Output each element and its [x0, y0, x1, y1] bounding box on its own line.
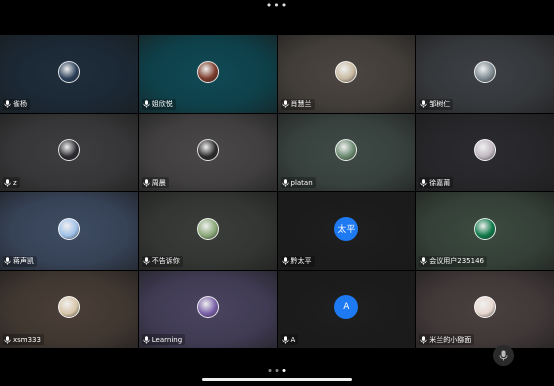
avatar [196, 296, 219, 319]
page-dot[interactable] [268, 369, 272, 372]
page-dot[interactable] [275, 369, 279, 372]
participant-name-label: 姐欣悦 [141, 98, 176, 110]
microphone-icon [143, 257, 150, 265]
participant-tile[interactable]: 徐嘉莆 [416, 113, 554, 191]
participant-name: 邹树仁 [429, 100, 451, 108]
participant-grid: 雀杨 姐欣悦 肖慧兰 邹树仁 z 周晨 platan 徐嘉莆 蒋声凯 不告诉你 太平 黔太平 会议用户2… [0, 35, 554, 348]
participant-tile[interactable]: 米兰的小猕面 [416, 270, 554, 348]
avatar [474, 296, 497, 319]
participant-name: 不告诉你 [151, 257, 180, 265]
more-options-icon[interactable]: ••• [266, 0, 288, 11]
microphone-icon [281, 335, 289, 344]
page-dot[interactable] [282, 369, 286, 372]
avatar [474, 139, 497, 162]
avatar [196, 217, 219, 240]
participant-name: 会议用户235146 [429, 257, 484, 265]
microphone-icon [143, 178, 150, 187]
microphone-icon [4, 178, 11, 187]
participant-tile[interactable]: 肖慧兰 [277, 35, 416, 113]
participant-name: 雀杨 [13, 100, 27, 108]
participant-name: 肖慧兰 [290, 100, 312, 108]
microphone-icon [499, 350, 508, 361]
participant-name-label: platan [280, 177, 316, 188]
participant-name-label: Learning [141, 334, 186, 345]
microphone-icon [143, 100, 150, 108]
microphone-icon [420, 335, 427, 344]
participant-tile[interactable]: 太平黔太平 [277, 192, 416, 270]
avatar [335, 139, 358, 162]
participant-name-label: A [280, 334, 299, 345]
participant-tile[interactable]: AA [277, 270, 416, 348]
avatar [196, 60, 219, 83]
participant-name-label: xsm333 [3, 334, 44, 345]
participant-name: 周晨 [151, 178, 166, 187]
microphone-icon [4, 100, 11, 108]
participant-name: platan [290, 178, 313, 187]
participant-name: z [13, 178, 17, 187]
participant-name-label: 蒋声凯 [3, 255, 37, 267]
avatar [57, 217, 80, 240]
microphone-icon [420, 100, 427, 108]
participant-name-label: 会议用户235146 [419, 255, 487, 267]
home-indicator[interactable] [202, 378, 352, 381]
participant-name-label: 不告诉你 [141, 255, 183, 267]
microphone-icon [281, 178, 289, 187]
participant-name-label: 肖慧兰 [280, 98, 315, 110]
participant-name-label: 周晨 [141, 177, 169, 188]
participant-name-label: 米兰的小猕面 [419, 334, 475, 345]
avatar [57, 139, 80, 162]
self-microphone-button[interactable] [493, 345, 514, 366]
participant-tile[interactable]: 雀杨 [0, 35, 138, 113]
participant-name: A [290, 335, 296, 344]
participant-name: 米兰的小猕面 [429, 335, 472, 344]
microphone-icon [281, 100, 289, 108]
avatar: A [334, 295, 359, 320]
microphone-icon [420, 178, 427, 187]
avatar: 太平 [334, 216, 359, 241]
participant-tile[interactable]: 蒋声凯 [0, 192, 138, 270]
microphone-icon [4, 257, 11, 265]
participant-tile[interactable]: 会议用户235146 [416, 192, 554, 270]
participant-tile[interactable]: platan [277, 113, 416, 191]
avatar [474, 60, 497, 83]
microphone-icon [281, 257, 289, 265]
participant-name-label: 徐嘉莆 [419, 177, 454, 188]
participant-tile[interactable]: xsm333 [0, 270, 138, 348]
participant-name: 姐欣悦 [151, 100, 173, 108]
avatar [335, 60, 358, 83]
participant-name-label: 黔太平 [280, 255, 315, 267]
participant-name-label: z [3, 177, 20, 188]
microphone-icon [420, 257, 427, 265]
participant-name: 徐嘉莆 [429, 178, 451, 187]
participant-tile[interactable]: 不告诉你 [138, 192, 277, 270]
participant-tile[interactable]: 姐欣悦 [138, 35, 277, 113]
participant-name: Learning [151, 335, 183, 344]
participant-tile[interactable]: z [0, 113, 138, 191]
participant-name-label: 邹树仁 [419, 98, 454, 110]
avatar [196, 139, 219, 162]
participant-name: 蒋声凯 [13, 257, 34, 265]
microphone-icon [143, 335, 150, 344]
participant-tile[interactable]: 邹树仁 [416, 35, 554, 113]
participant-name: xsm333 [13, 335, 41, 344]
participant-tile[interactable]: 周晨 [138, 113, 277, 191]
participant-name-label: 雀杨 [3, 98, 30, 110]
participant-name: 黔太平 [290, 257, 312, 265]
page-indicator[interactable] [268, 369, 286, 372]
avatar [57, 296, 80, 319]
microphone-icon [4, 335, 11, 344]
avatar [57, 60, 80, 83]
participant-tile[interactable]: Learning [138, 270, 277, 348]
avatar [474, 217, 497, 240]
